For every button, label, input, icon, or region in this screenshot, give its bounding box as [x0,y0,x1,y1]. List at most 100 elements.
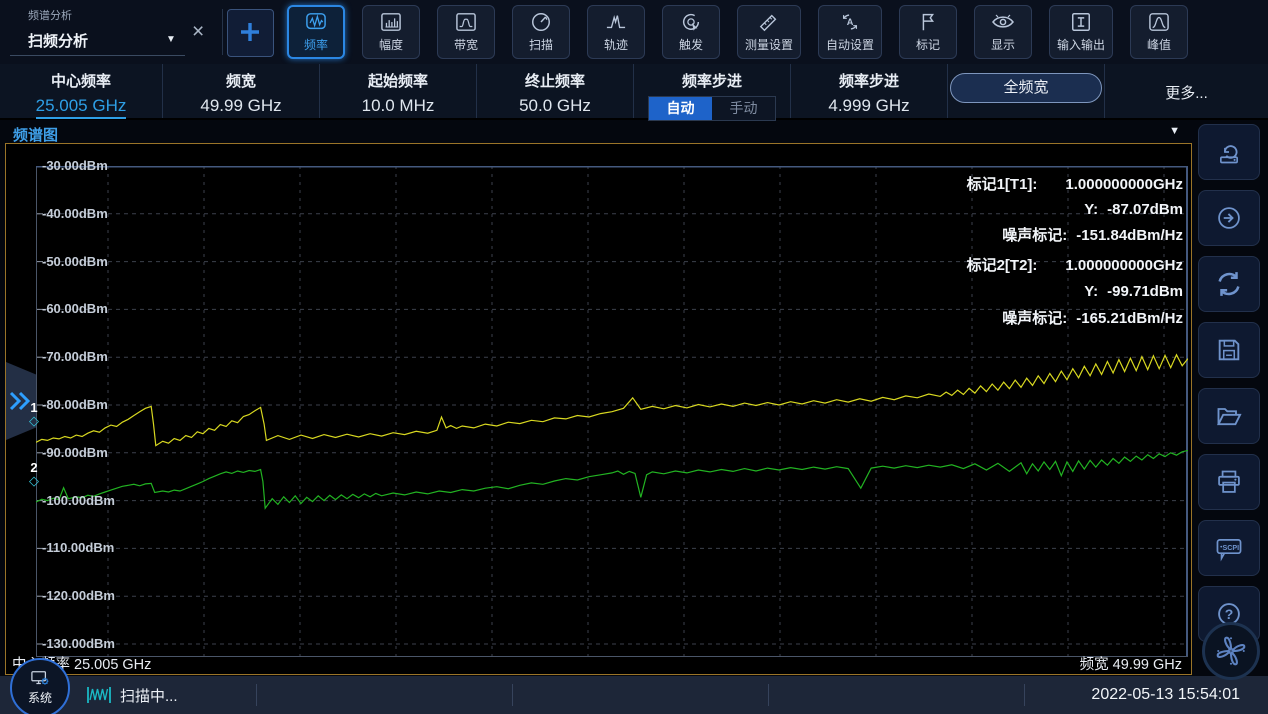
full-span-cell: 全频宽 [948,64,1105,118]
y-axis-label: -50.00dBm [42,254,108,269]
sweeping-waveform-icon [86,685,112,705]
span-field[interactable]: 频宽 49.99 GHz [163,64,320,118]
ruler-icon [758,11,780,33]
stop-frequency-value: 50.0 GHz [519,96,591,116]
toolbar-button-marker[interactable]: 标记 [899,5,957,59]
restart-button[interactable] [1198,256,1260,312]
frequency-step-value: 4.999 GHz [828,96,909,116]
stop-frequency-field[interactable]: 终止频率 50.0 GHz [477,64,634,118]
start-frequency-field[interactable]: 起始频率 10.0 MHz [320,64,477,118]
marker-diamond-icon: ◇ [26,474,42,488]
sweep-status: 扫描中... [86,676,178,714]
status-divider [512,684,513,706]
svg-text:SCPI: SCPI [1223,544,1240,552]
trace-marker-2[interactable]: 2 ◇ [26,462,42,488]
toolbar-button-peak[interactable]: 峰值 [1130,5,1188,59]
frequency-step-field[interactable]: 频率步进 4.999 GHz [791,64,948,118]
y-axis-label: -130.00dBm [42,636,115,651]
trigger-icon [680,11,702,33]
traces [36,355,1188,508]
toolbar-button-sweep[interactable]: 扫描 [512,5,570,59]
chart-span-label: 频宽 49.99 GHz [1080,653,1182,674]
status-divider [768,684,769,706]
status-divider [1024,684,1025,706]
toolbar-button-display[interactable]: 显示 [974,5,1032,59]
arrow-right-circle-icon [1215,204,1243,232]
flag-icon [917,11,939,33]
toolbar-button-trace[interactable]: 轨迹 [587,5,645,59]
windmill-cross-icon [1213,633,1249,669]
tab-dropdown-icon[interactable]: ▼ [166,34,176,45]
measurement-tab[interactable]: 频谱分析 扫频分析 ▼ × [0,0,224,64]
tab-close-icon[interactable]: × [192,22,204,42]
sweep-status-text: 扫描中... [120,685,178,706]
toolbar-buttons: 频率 幅度 带宽 扫描 [287,5,1188,59]
tab-mode-title: 扫频分析 [28,30,88,51]
status-bar: 扫描中... 2022-05-13 15:54:01 [0,676,1268,714]
parameter-bar: 中心频率 25.005 GHz 频宽 49.99 GHz 起始频率 10.0 M… [0,64,1268,120]
bandwidth-icon [455,11,477,33]
plus-icon [239,21,261,43]
chart-collapse-icon[interactable]: ▼ [1169,125,1180,137]
auto-setup-icon: A [839,11,861,33]
center-frequency-field[interactable]: 中心频率 25.005 GHz [0,64,163,118]
toolbar-button-bandwidth[interactable]: 带宽 [437,5,495,59]
y-axis-label: -90.00dBm [42,445,108,460]
frequency-step-mode-field: 频率步进 自动 手动 [634,64,791,118]
system-button[interactable]: 系统 [10,658,70,714]
marker2-frequency-readout: 标记2[T2]:1.000000000GHz [967,254,1183,275]
marker1-level-readout: Y:-87.07dBm [1084,201,1183,218]
y-axis-label: -70.00dBm [42,349,108,364]
more-button[interactable]: 更多... [1165,82,1208,103]
tab-underline [10,55,185,56]
toolbar-divider [222,9,223,55]
step-manual-option[interactable]: 手动 [712,97,775,120]
marker1-frequency-readout: 标记1[T1]:1.000000000GHz [967,173,1183,194]
add-tab-button[interactable] [227,9,274,57]
y-axis-label: -120.00dBm [42,588,115,603]
scpi-button[interactable]: SCPI [1198,520,1260,576]
save-button[interactable] [1198,322,1260,378]
full-span-button[interactable]: 全频宽 [950,73,1102,103]
toolbar-button-auto-setup[interactable]: A 自动设置 [818,5,882,59]
y-axis-label: -60.00dBm [42,301,108,316]
refresh-arrows-icon [1214,269,1244,299]
right-sidebar: SCPI ? [1198,124,1264,642]
y-axis-label: -80.00dBm [42,397,108,412]
toolbar-button-meas-setup[interactable]: 测量设置 [737,5,801,59]
toolbar-button-input-output[interactable]: 输入输出 [1049,5,1113,59]
open-file-button[interactable] [1198,388,1260,444]
io-icon [1070,11,1092,33]
step-mode-toggle: 自动 手动 [648,96,776,121]
top-toolbar: 频谱分析 扫频分析 ▼ × 频率 幅度 [0,0,1268,64]
system-button-label: 系统 [28,689,52,706]
chart-header: 频谱图 ▼ [5,122,1192,143]
span-value: 49.99 GHz [200,96,281,116]
y-axis-label: -110.00dBm [42,540,114,555]
spectrum-analyzer-screen: 频谱分析 扫频分析 ▼ × 频率 幅度 [0,0,1268,714]
y-axis-label: -30.00dBm [42,158,108,173]
marker2-noise-readout: 噪声标记:-165.21dBm/Hz [1002,307,1183,328]
single-continue-button[interactable] [1198,190,1260,246]
peak-icon [1148,11,1170,33]
trace-marker-1[interactable]: 1 ◇ [26,402,42,428]
datetime-display: 2022-05-13 15:54:01 [1091,676,1240,714]
scpi-bubble-icon: SCPI [1214,534,1244,562]
step-auto-option[interactable]: 自动 [649,97,712,120]
preset-button[interactable] [1198,124,1260,180]
open-folder-icon [1215,402,1243,430]
status-divider [256,684,257,706]
navigation-cross-button[interactable] [1202,622,1260,680]
preset-icon [1215,138,1243,166]
center-frequency-value: 25.005 GHz [36,96,127,119]
y-axis-label: -40.00dBm [42,206,108,221]
toolbar-button-frequency[interactable]: 频率 [287,5,345,59]
amplitude-icon [380,11,402,33]
print-button[interactable] [1198,454,1260,510]
toolbar-button-trigger[interactable]: 触发 [662,5,720,59]
tab-app-type: 频谱分析 [28,7,72,23]
chart-title: 频谱图 [13,124,58,145]
frequency-icon [305,11,327,33]
sweep-clock-icon [530,11,552,33]
toolbar-button-amplitude[interactable]: 幅度 [362,5,420,59]
